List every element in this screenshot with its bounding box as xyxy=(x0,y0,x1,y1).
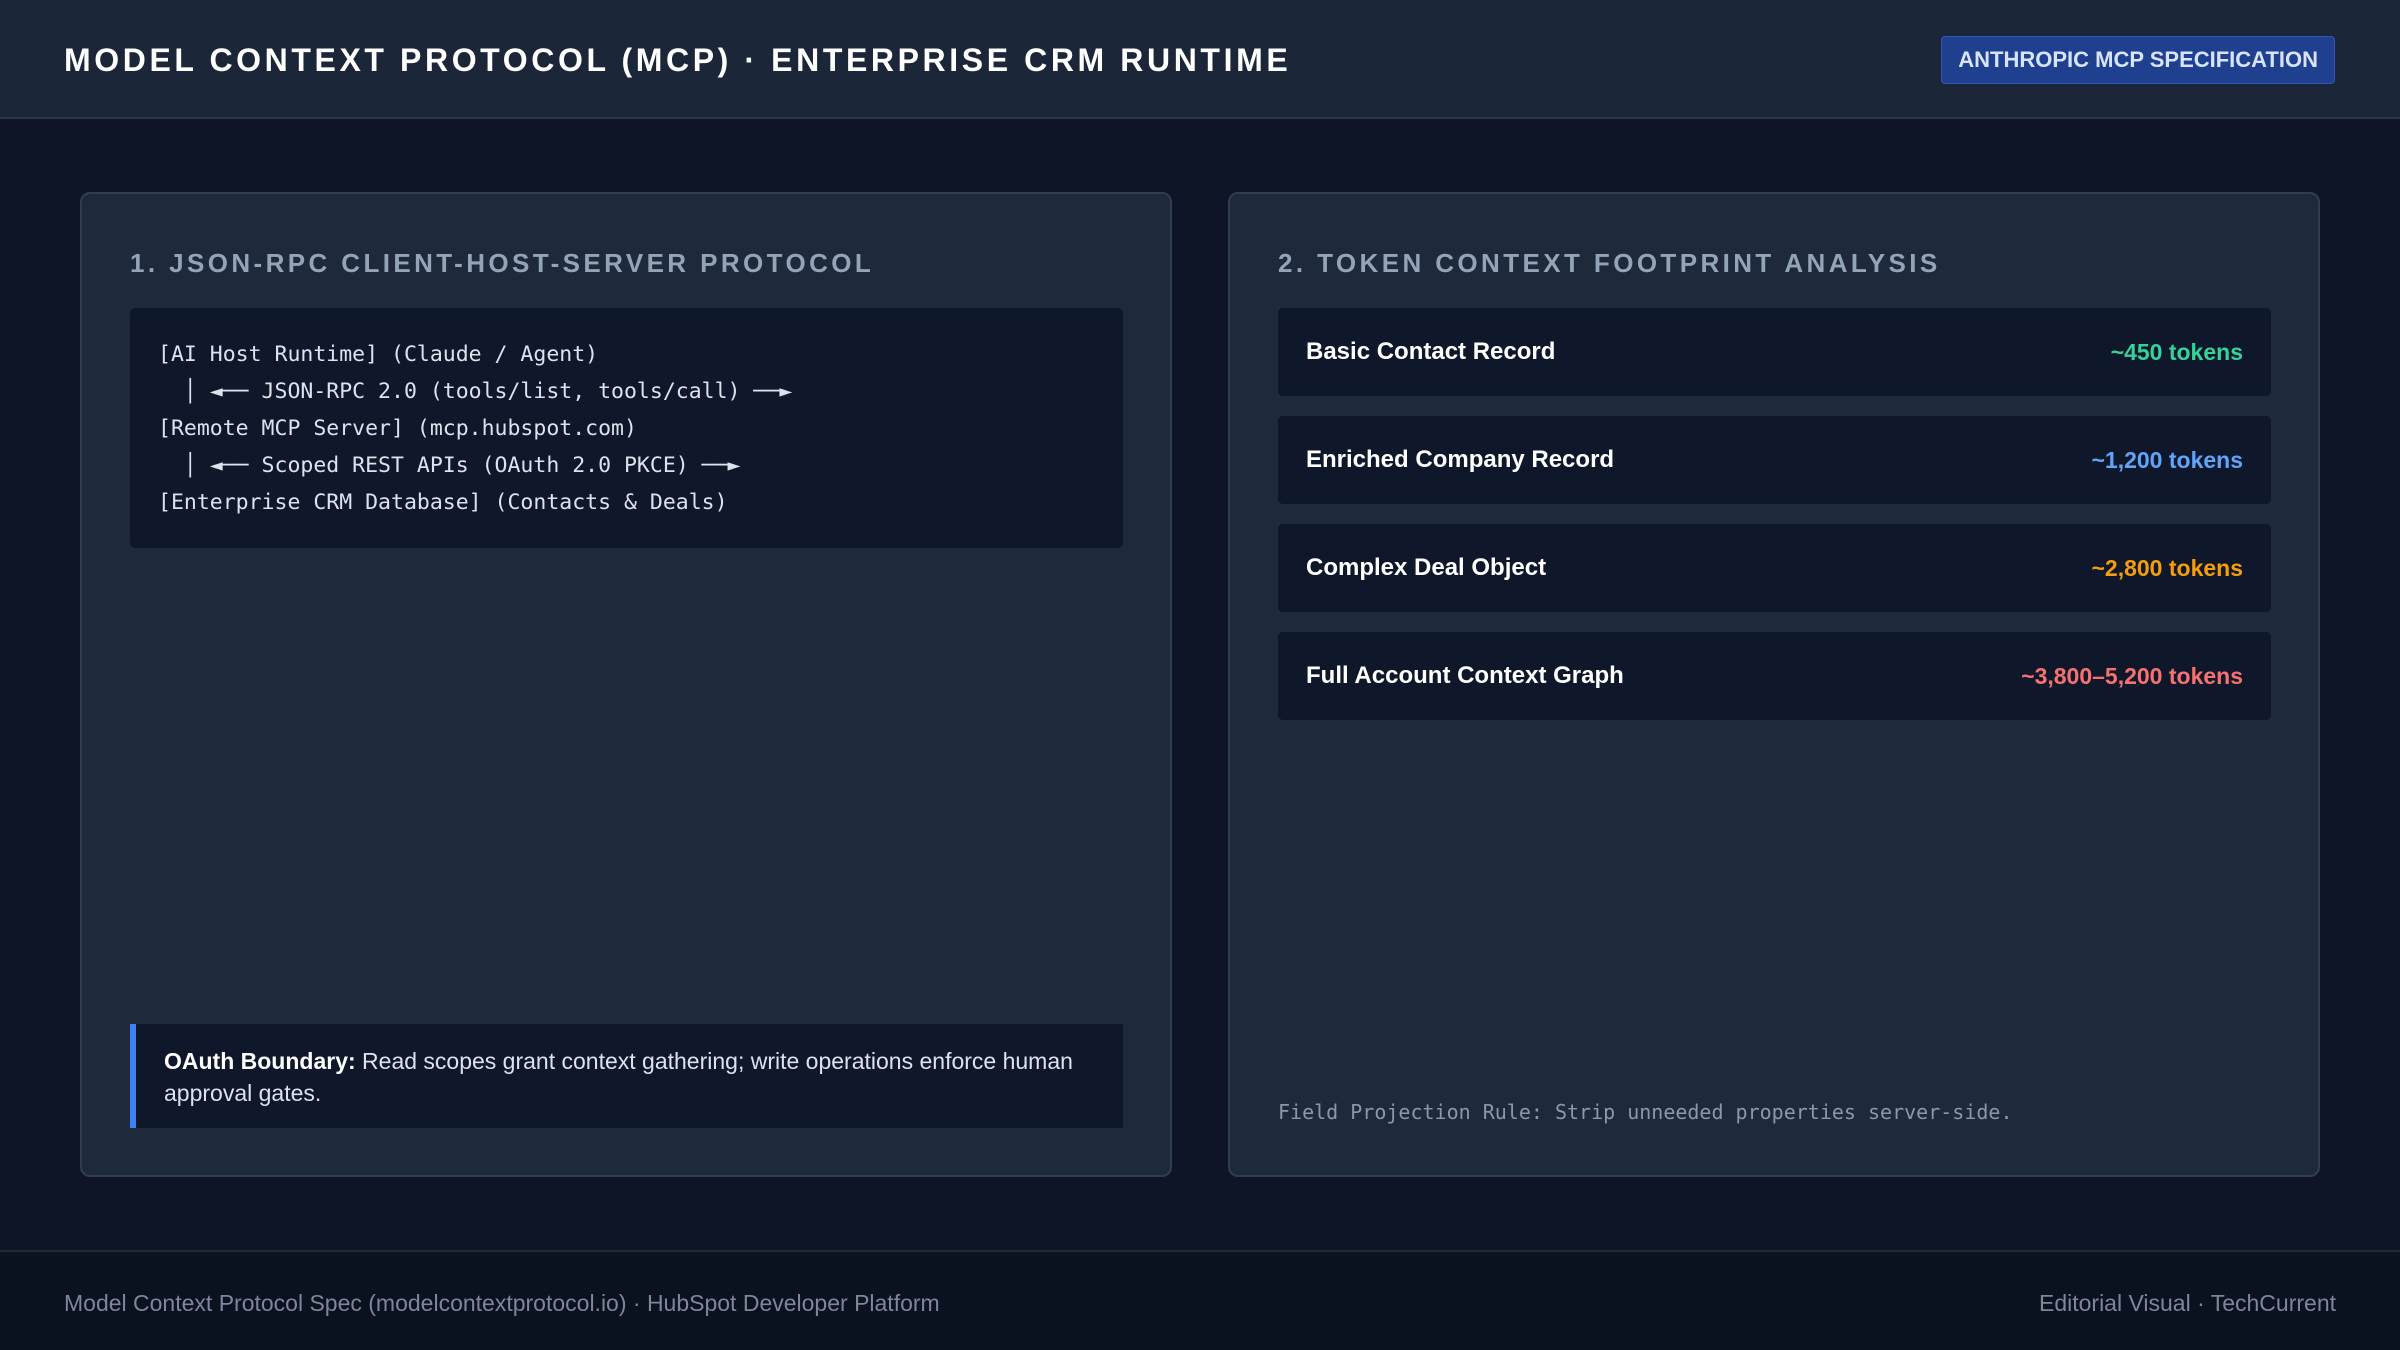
token-row-value: ~3,800–5,200 tokens xyxy=(2021,663,2243,689)
token-row-value: ~2,800 tokens xyxy=(2091,555,2243,581)
page-title: MODEL CONTEXT PROTOCOL (MCP) · ENTERPRIS… xyxy=(64,42,1292,78)
token-row: Basic Contact Record ~450 tokens xyxy=(1278,308,2271,396)
token-row: Enriched Company Record ~1,200 tokens xyxy=(1278,416,2271,504)
diagram-line-rest: │ ◄── Scoped REST APIs (OAuth 2.0 PKCE) … xyxy=(158,453,741,478)
token-row-label: Enriched Company Record xyxy=(1306,446,1615,473)
field-projection-rule: Field Projection Rule: Strip unneeded pr… xyxy=(1278,1100,2013,1124)
token-row-label: Basic Contact Record xyxy=(1306,338,1556,365)
diagram-line-host: [AI Host Runtime] (Claude / Agent) xyxy=(158,342,599,367)
token-row: Complex Deal Object ~2,800 tokens xyxy=(1278,524,2271,612)
token-row: Full Account Context Graph ~3,800–5,200 … xyxy=(1278,632,2271,720)
protocol-diagram: [AI Host Runtime] (Claude / Agent) │ ◄──… xyxy=(130,308,1123,548)
footer-bar: Model Context Protocol Spec (modelcontex… xyxy=(0,1250,2400,1350)
spec-badge: ANTHROPIC MCP SPECIFICATION xyxy=(1941,36,2335,84)
token-row-label: Complex Deal Object xyxy=(1306,554,1547,581)
protocol-panel: 1. JSON-RPC CLIENT-HOST-SERVER PROTOCOL … xyxy=(80,192,1172,1177)
token-row-value: ~1,200 tokens xyxy=(2091,447,2243,473)
oauth-callout: OAuth Boundary: Read scopes grant contex… xyxy=(130,1024,1123,1128)
token-panel: 2. TOKEN CONTEXT FOOTPRINT ANALYSIS Basi… xyxy=(1228,192,2320,1177)
token-row-value: ~450 tokens xyxy=(2110,339,2243,365)
header-bar: MODEL CONTEXT PROTOCOL (MCP) · ENTERPRIS… xyxy=(0,0,2400,119)
footer-sources: Model Context Protocol Spec (modelcontex… xyxy=(64,1290,940,1316)
diagram-line-database: [Enterprise CRM Database] (Contacts & De… xyxy=(158,490,728,515)
protocol-panel-title: 1. JSON-RPC CLIENT-HOST-SERVER PROTOCOL xyxy=(130,248,875,278)
token-row-label: Full Account Context Graph xyxy=(1306,662,1624,689)
footer-credit: Editorial Visual · TechCurrent xyxy=(2038,1290,2336,1316)
oauth-callout-label: OAuth Boundary: xyxy=(164,1048,356,1074)
diagram-line-server: [Remote MCP Server] (mcp.hubspot.com) xyxy=(158,416,637,441)
token-panel-title: 2. TOKEN CONTEXT FOOTPRINT ANALYSIS xyxy=(1278,248,1941,278)
diagram-line-jsonrpc: │ ◄── JSON-RPC 2.0 (tools/list, tools/ca… xyxy=(158,379,793,404)
